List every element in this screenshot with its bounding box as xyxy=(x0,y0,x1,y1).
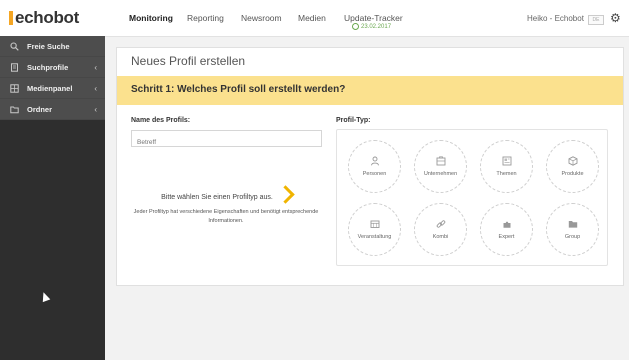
nav-update-tracker[interactable]: Update-Tracker xyxy=(344,13,403,23)
document-icon xyxy=(10,62,19,72)
type-label: Kombi xyxy=(432,234,449,240)
grid-icon xyxy=(10,83,19,93)
step-title: Schritt 1: Welches Profil soll erstellt … xyxy=(131,84,346,95)
profile-name-field[interactable] xyxy=(131,130,322,149)
top-bar: echobot Monitoring Reporting Newsroom Me… xyxy=(0,0,629,37)
nav-newsroom[interactable]: Newsroom xyxy=(241,13,282,23)
type-label: Veranstaltung xyxy=(357,234,392,240)
nav-medien[interactable]: Medien xyxy=(298,13,326,23)
tracker-date-text: 23.02.2017 xyxy=(361,23,392,30)
type-veranstaltung[interactable]: Veranstaltung xyxy=(348,203,401,256)
search-icon xyxy=(10,41,19,51)
type-expert[interactable]: Expert xyxy=(480,203,533,256)
type-group[interactable]: Group xyxy=(546,203,599,256)
calendar-icon xyxy=(370,219,380,229)
clock-icon xyxy=(352,23,359,30)
sidebar-item-label: Freie Suche xyxy=(27,41,70,51)
puzzle-icon xyxy=(502,219,512,229)
type-label: Group xyxy=(564,234,581,240)
chevron-left-icon: ‹ xyxy=(94,83,97,93)
type-label: Unternehmen xyxy=(423,171,458,177)
sidebar-item-ordner[interactable]: Ordner ‹ xyxy=(0,99,105,120)
create-profile-panel: Neues Profil erstellen Schritt 1: Welche… xyxy=(116,47,624,286)
sidebar-item-suchprofile[interactable]: Suchprofile ‹ xyxy=(0,57,105,78)
sidebar-item-label: Suchprofile xyxy=(27,62,69,72)
sidebar-item-label: Ordner xyxy=(27,104,53,114)
hint-sub: Jeder Profiltyp hat verschiedene Eigensc… xyxy=(133,209,319,224)
profile-type-grid: Personen Unternehmen Themen Produkte Ver xyxy=(336,129,608,266)
type-label: Produkte xyxy=(561,171,584,177)
nav-monitoring[interactable]: Monitoring xyxy=(129,13,173,23)
language-flag-icon[interactable]: DE xyxy=(588,15,604,25)
type-personen[interactable]: Personen xyxy=(348,140,401,193)
folder-icon xyxy=(10,105,19,114)
type-produkte[interactable]: Produkte xyxy=(546,140,599,193)
user-name[interactable]: Heiko - Echobot xyxy=(527,14,584,23)
mouse-cursor xyxy=(39,290,51,303)
chevron-left-icon: ‹ xyxy=(94,104,97,114)
type-label: Personen xyxy=(362,171,387,177)
sidebar-item-label: Medienpanel xyxy=(27,83,73,93)
box-icon xyxy=(568,156,578,166)
type-unternehmen[interactable]: Unternehmen xyxy=(414,140,467,193)
tracker-date: 23.02.2017 xyxy=(352,23,391,30)
type-themen[interactable]: Themen xyxy=(480,140,533,193)
link-icon xyxy=(436,219,446,229)
type-kombi[interactable]: Kombi xyxy=(414,203,467,256)
profile-name-label: Name des Profils: xyxy=(131,117,191,124)
gear-icon[interactable]: ⚙ xyxy=(610,11,621,25)
echobot-logo[interactable]: echobot xyxy=(9,8,80,27)
folder-icon xyxy=(568,219,578,229)
chevron-left-icon: ‹ xyxy=(94,62,97,72)
sidebar: Freie Suche Suchprofile ‹ Medienpanel ‹ … xyxy=(0,36,105,360)
logo-mark xyxy=(9,11,13,25)
page-title: Neues Profil erstellen xyxy=(131,54,246,68)
building-icon xyxy=(436,156,446,166)
sidebar-item-freie-suche[interactable]: Freie Suche xyxy=(0,36,105,57)
logo-text: echobot xyxy=(15,8,80,27)
person-icon xyxy=(370,156,380,166)
type-label: Expert xyxy=(498,234,515,240)
type-label: Themen xyxy=(496,171,517,177)
nav-reporting[interactable]: Reporting xyxy=(187,13,224,23)
profile-type-label: Profil-Typ: xyxy=(336,117,371,124)
profile-name-input[interactable] xyxy=(132,136,317,149)
newspaper-icon xyxy=(502,156,512,166)
sidebar-item-medienpanel[interactable]: Medienpanel ‹ xyxy=(0,78,105,99)
step-banner: Schritt 1: Welches Profil soll erstellt … xyxy=(117,76,623,105)
